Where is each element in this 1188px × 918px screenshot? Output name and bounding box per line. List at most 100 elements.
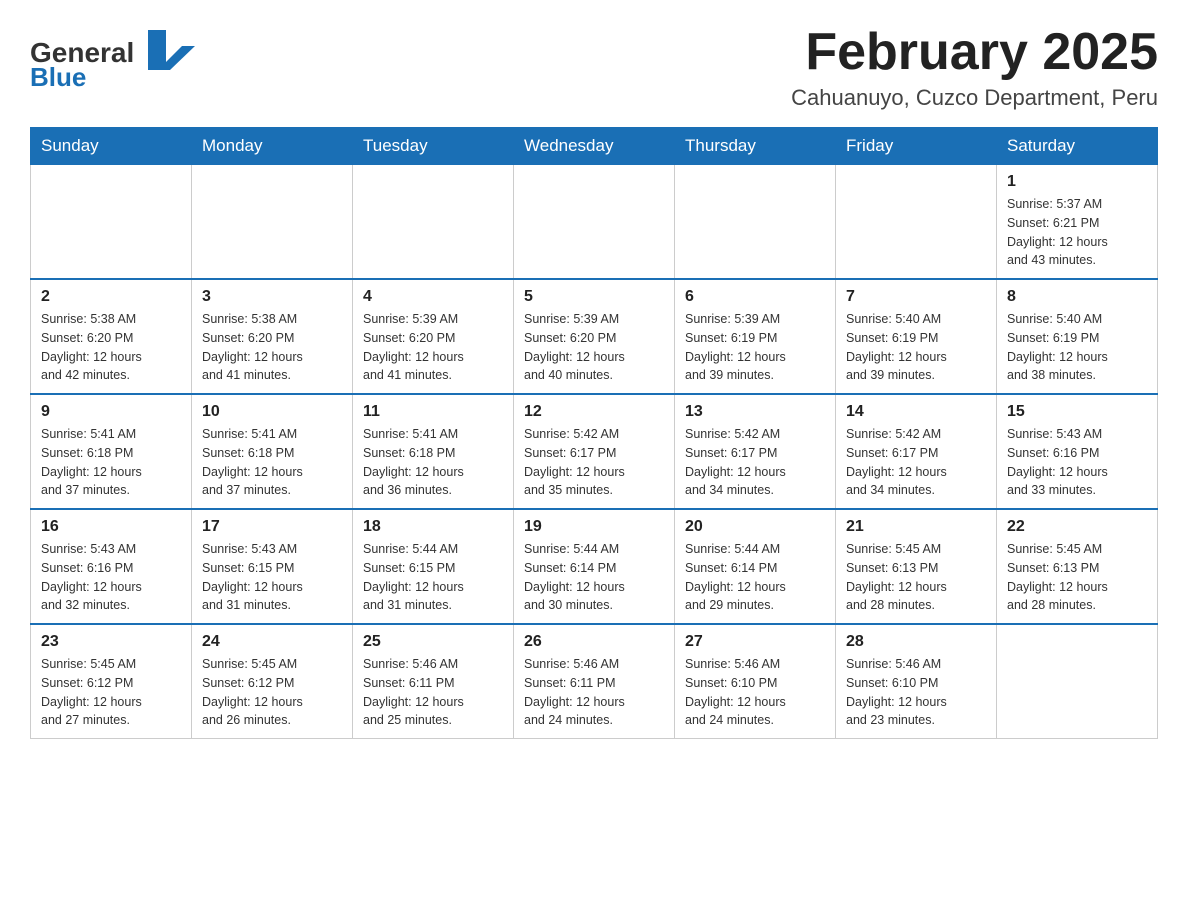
day-number: 10	[202, 403, 342, 421]
day-info: Sunrise: 5:44 AM Sunset: 6:14 PM Dayligh…	[524, 540, 664, 615]
calendar-cell: 27Sunrise: 5:46 AM Sunset: 6:10 PM Dayli…	[675, 624, 836, 739]
day-info: Sunrise: 5:40 AM Sunset: 6:19 PM Dayligh…	[846, 310, 986, 385]
day-number: 17	[202, 518, 342, 536]
day-info: Sunrise: 5:42 AM Sunset: 6:17 PM Dayligh…	[524, 425, 664, 500]
calendar-cell: 10 Sunrise: 5:41 AM Sunset: 6:18 PM Dayli…	[192, 394, 353, 509]
calendar-cell: 26 Sunrise: 5:46 AM Sunset: 6:11 PM Dayli…	[514, 624, 675, 739]
day-number: 14	[846, 403, 986, 421]
calendar-cell: 9 Sunrise: 5:41 AM Sunset: 6:18 PM Daylig…	[31, 394, 192, 509]
day-number: 26	[524, 633, 664, 651]
day-info: Sunrise: 5:37 AM Sunset: 6:21 PM Dayligh…	[1007, 195, 1147, 270]
calendar-cell: 16 Sunrise: 5:43 AM Sunset: 6:16 PM Dayli…	[31, 509, 192, 624]
calendar-cell: 8 Sunrise: 5:40 AM Sunset: 6:19 PM Daylig…	[997, 279, 1158, 394]
day-info: Sunrise: 5:38 AM Sunset: 6:20 PM Dayligh…	[41, 310, 181, 385]
day-number: 22	[1007, 518, 1147, 536]
calendar-cell	[514, 165, 675, 280]
calendar-cell: 28 Sunrise: 5:46 AM Sunset: 6:10 PM Dayli…	[836, 624, 997, 739]
day-info: Sunrise: 5:46 AM Sunset: 6:11 PM Dayligh…	[363, 655, 503, 730]
calendar-cell	[353, 165, 514, 280]
calendar-week-row: 1Sunrise: 5:37 AM Sunset: 6:21 PM Daylig…	[31, 165, 1158, 280]
location-title: Cahuanuyo, Cuzco Department, Peru	[791, 85, 1158, 111]
calendar-cell: 23 Sunrise: 5:45 AM Sunset: 6:12 PM Dayli…	[31, 624, 192, 739]
calendar-cell: 20 Sunrise: 5:44 AM Sunset: 6:14 PM Dayli…	[675, 509, 836, 624]
calendar-cell: 1Sunrise: 5:37 AM Sunset: 6:21 PM Daylig…	[997, 165, 1158, 280]
day-number: 21	[846, 518, 986, 536]
day-info: Sunrise: 5:39 AM Sunset: 6:20 PM Dayligh…	[363, 310, 503, 385]
day-info: Sunrise: 5:38 AM Sunset: 6:20 PM Dayligh…	[202, 310, 342, 385]
day-number: 28	[846, 633, 986, 651]
calendar-cell: 3 Sunrise: 5:38 AM Sunset: 6:20 PM Daylig…	[192, 279, 353, 394]
day-number: 24	[202, 633, 342, 651]
calendar-cell: 19 Sunrise: 5:44 AM Sunset: 6:14 PM Dayli…	[514, 509, 675, 624]
weekday-header-tuesday: Tuesday	[353, 128, 514, 165]
calendar-cell	[192, 165, 353, 280]
day-number: 23	[41, 633, 181, 651]
calendar-cell	[675, 165, 836, 280]
logo-svg: General Blue	[30, 24, 195, 92]
month-title: February 2025	[791, 24, 1158, 81]
weekday-header-wednesday: Wednesday	[514, 128, 675, 165]
day-info: Sunrise: 5:43 AM Sunset: 6:16 PM Dayligh…	[41, 540, 181, 615]
day-number: 3	[202, 288, 342, 306]
calendar-week-row: 2 Sunrise: 5:38 AM Sunset: 6:20 PM Daylig…	[31, 279, 1158, 394]
day-number: 15	[1007, 403, 1147, 421]
day-info: Sunrise: 5:43 AM Sunset: 6:16 PM Dayligh…	[1007, 425, 1147, 500]
day-info: Sunrise: 5:41 AM Sunset: 6:18 PM Dayligh…	[41, 425, 181, 500]
day-info: Sunrise: 5:45 AM Sunset: 6:13 PM Dayligh…	[1007, 540, 1147, 615]
day-number: 4	[363, 288, 503, 306]
calendar-cell: 4 Sunrise: 5:39 AM Sunset: 6:20 PM Daylig…	[353, 279, 514, 394]
page-header: General Blue February 2025 Cahuanuyo, Cu…	[30, 24, 1158, 111]
day-number: 9	[41, 403, 181, 421]
calendar-week-row: 16 Sunrise: 5:43 AM Sunset: 6:16 PM Dayli…	[31, 509, 1158, 624]
day-info: Sunrise: 5:42 AM Sunset: 6:17 PM Dayligh…	[685, 425, 825, 500]
calendar-cell: 7 Sunrise: 5:40 AM Sunset: 6:19 PM Daylig…	[836, 279, 997, 394]
weekday-header-thursday: Thursday	[675, 128, 836, 165]
day-number: 8	[1007, 288, 1147, 306]
day-info: Sunrise: 5:44 AM Sunset: 6:14 PM Dayligh…	[685, 540, 825, 615]
day-info: Sunrise: 5:39 AM Sunset: 6:19 PM Dayligh…	[685, 310, 825, 385]
calendar-cell: 11Sunrise: 5:41 AM Sunset: 6:18 PM Dayli…	[353, 394, 514, 509]
day-info: Sunrise: 5:46 AM Sunset: 6:10 PM Dayligh…	[846, 655, 986, 730]
day-info: Sunrise: 5:45 AM Sunset: 6:12 PM Dayligh…	[41, 655, 181, 730]
day-number: 12	[524, 403, 664, 421]
calendar-cell: 5Sunrise: 5:39 AM Sunset: 6:20 PM Daylig…	[514, 279, 675, 394]
calendar-cell: 15 Sunrise: 5:43 AM Sunset: 6:16 PM Dayli…	[997, 394, 1158, 509]
weekday-header-saturday: Saturday	[997, 128, 1158, 165]
calendar-cell: 22 Sunrise: 5:45 AM Sunset: 6:13 PM Dayli…	[997, 509, 1158, 624]
day-number: 7	[846, 288, 986, 306]
day-number: 2	[41, 288, 181, 306]
day-info: Sunrise: 5:45 AM Sunset: 6:12 PM Dayligh…	[202, 655, 342, 730]
calendar-cell: 2 Sunrise: 5:38 AM Sunset: 6:20 PM Daylig…	[31, 279, 192, 394]
title-block: February 2025 Cahuanuyo, Cuzco Departmen…	[791, 24, 1158, 111]
day-number: 18	[363, 518, 503, 536]
day-number: 25	[363, 633, 503, 651]
calendar-cell	[31, 165, 192, 280]
calendar-cell	[836, 165, 997, 280]
calendar-cell: 14 Sunrise: 5:42 AM Sunset: 6:17 PM Dayli…	[836, 394, 997, 509]
day-number: 20	[685, 518, 825, 536]
day-info: Sunrise: 5:41 AM Sunset: 6:18 PM Dayligh…	[202, 425, 342, 500]
day-info: Sunrise: 5:42 AM Sunset: 6:17 PM Dayligh…	[846, 425, 986, 500]
calendar-cell: 6 Sunrise: 5:39 AM Sunset: 6:19 PM Daylig…	[675, 279, 836, 394]
weekday-header-row: SundayMondayTuesdayWednesdayThursdayFrid…	[31, 128, 1158, 165]
weekday-header-sunday: Sunday	[31, 128, 192, 165]
calendar-cell: 17 Sunrise: 5:43 AM Sunset: 6:15 PM Dayli…	[192, 509, 353, 624]
day-info: Sunrise: 5:40 AM Sunset: 6:19 PM Dayligh…	[1007, 310, 1147, 385]
day-info: Sunrise: 5:46 AM Sunset: 6:11 PM Dayligh…	[524, 655, 664, 730]
weekday-header-monday: Monday	[192, 128, 353, 165]
day-info: Sunrise: 5:41 AM Sunset: 6:18 PM Dayligh…	[363, 425, 503, 500]
calendar-cell: 12 Sunrise: 5:42 AM Sunset: 6:17 PM Dayli…	[514, 394, 675, 509]
day-number: 5	[524, 288, 664, 306]
day-info: Sunrise: 5:46 AM Sunset: 6:10 PM Dayligh…	[685, 655, 825, 730]
calendar-cell: 21 Sunrise: 5:45 AM Sunset: 6:13 PM Dayli…	[836, 509, 997, 624]
day-number: 19	[524, 518, 664, 536]
day-info: Sunrise: 5:43 AM Sunset: 6:15 PM Dayligh…	[202, 540, 342, 615]
day-info: Sunrise: 5:45 AM Sunset: 6:13 PM Dayligh…	[846, 540, 986, 615]
calendar-week-row: 9 Sunrise: 5:41 AM Sunset: 6:18 PM Daylig…	[31, 394, 1158, 509]
day-number: 16	[41, 518, 181, 536]
day-number: 13	[685, 403, 825, 421]
day-info: Sunrise: 5:44 AM Sunset: 6:15 PM Dayligh…	[363, 540, 503, 615]
day-number: 6	[685, 288, 825, 306]
calendar-cell	[997, 624, 1158, 739]
calendar-cell: 24 Sunrise: 5:45 AM Sunset: 6:12 PM Dayli…	[192, 624, 353, 739]
